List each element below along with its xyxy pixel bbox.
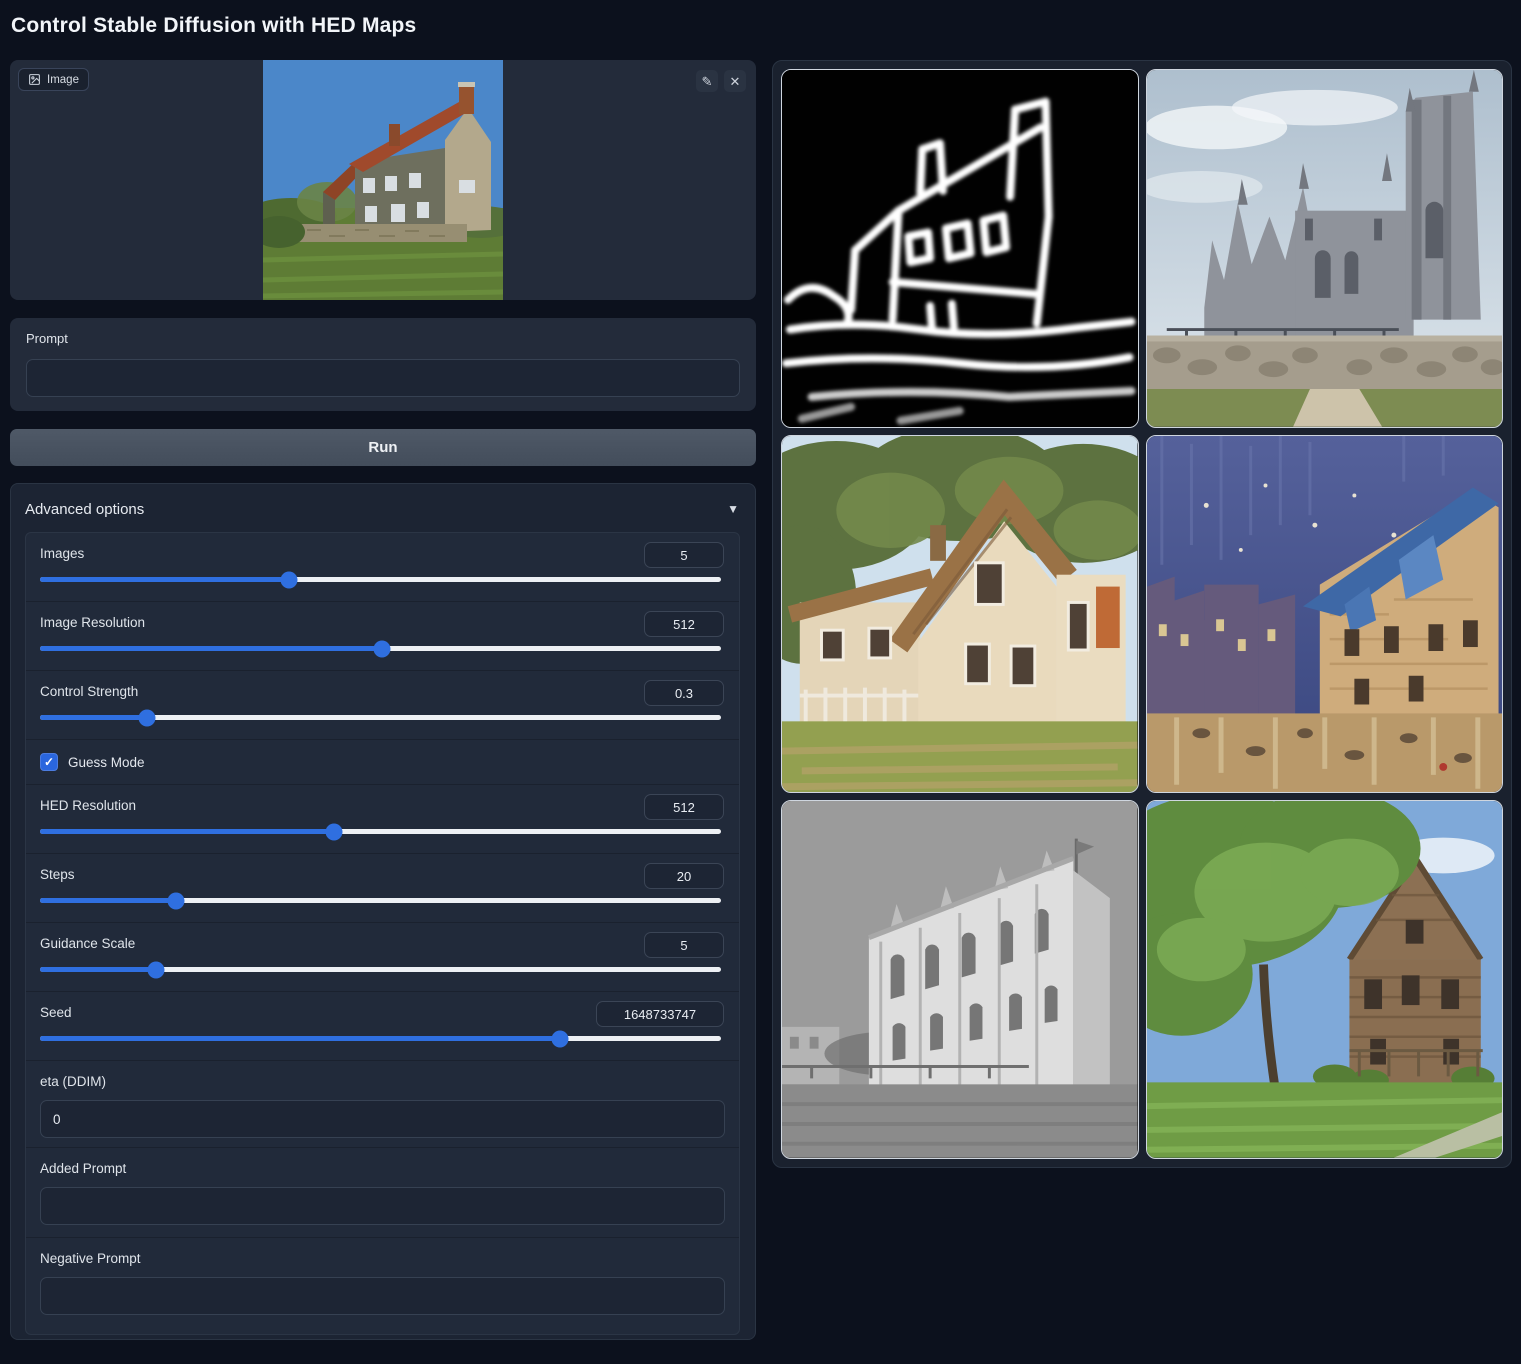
- gallery-item-cathedral[interactable]: [1146, 69, 1504, 428]
- gallery-item-cream-house[interactable]: [781, 435, 1139, 794]
- image-label: Image: [47, 74, 79, 86]
- advanced-options-header[interactable]: Advanced options ▼: [11, 484, 755, 532]
- input-image-component[interactable]: Image ✎ ✕: [10, 60, 756, 300]
- prompt-block: Prompt: [10, 318, 756, 411]
- guidance-scale-slider-row: Guidance Scale: [26, 923, 739, 992]
- guess-mode-row: ✓ Guess Mode: [26, 740, 739, 785]
- slider-fill: [40, 577, 289, 582]
- guidance-scale-label: Guidance Scale: [40, 936, 135, 951]
- gallery-item-blue-evening[interactable]: [1146, 435, 1504, 794]
- edit-image-button[interactable]: ✎: [696, 70, 718, 92]
- image-resolution-value-input[interactable]: [644, 611, 724, 637]
- eta-ddim-input[interactable]: [40, 1100, 725, 1138]
- slider-thumb[interactable]: [138, 709, 155, 726]
- added-prompt-input[interactable]: [40, 1187, 725, 1225]
- page-title: Control Stable Diffusion with HED Maps: [11, 14, 416, 38]
- control-strength-slider-row: Control Strength: [26, 671, 739, 740]
- app-page: Control Stable Diffusion with HED Maps I…: [0, 0, 1521, 1364]
- images-value-input[interactable]: [644, 542, 724, 568]
- image-resolution-slider-row: Image Resolution: [26, 602, 739, 671]
- hed-resolution-label: HED Resolution: [40, 798, 136, 813]
- guidance-scale-value-input[interactable]: [644, 932, 724, 958]
- images-slider-row: Images: [26, 533, 739, 602]
- negative-prompt-input[interactable]: [40, 1277, 725, 1315]
- clear-image-button[interactable]: ✕: [724, 70, 746, 92]
- gallery-item-hed-map[interactable]: [781, 69, 1139, 428]
- hed-resolution-slider-row: HED Resolution: [26, 785, 739, 854]
- seed-slider-row: Seed: [26, 992, 739, 1061]
- pencil-icon: ✎: [702, 75, 713, 88]
- slider-thumb[interactable]: [325, 823, 342, 840]
- control-strength-value-input[interactable]: [644, 680, 724, 706]
- guidance-scale-slider[interactable]: [40, 961, 721, 978]
- slider-thumb[interactable]: [281, 571, 298, 588]
- prompt-label: Prompt: [26, 331, 68, 346]
- images-label: Images: [40, 546, 84, 561]
- seed-value-input[interactable]: [596, 1001, 724, 1027]
- steps-slider-row: Steps: [26, 854, 739, 923]
- gallery-item-rustic-house[interactable]: [1146, 800, 1504, 1159]
- slider-fill: [40, 829, 334, 834]
- added-prompt-label: Added Prompt: [40, 1161, 126, 1176]
- advanced-options-form: Images Image Resolution Control St: [25, 532, 740, 1335]
- control-strength-label: Control Strength: [40, 684, 138, 699]
- hed-resolution-value-input[interactable]: [644, 794, 724, 820]
- uploaded-house-photo[interactable]: [263, 60, 503, 300]
- slider-fill: [40, 715, 147, 720]
- image-resolution-label: Image Resolution: [40, 615, 145, 630]
- guess-mode-checkbox[interactable]: ✓: [40, 753, 58, 771]
- slider-fill: [40, 646, 382, 651]
- close-icon: ✕: [730, 75, 741, 88]
- eta-ddim-row: eta (DDIM): [26, 1061, 739, 1148]
- eta-ddim-label: eta (DDIM): [40, 1074, 106, 1089]
- slider-thumb[interactable]: [148, 961, 165, 978]
- seed-slider[interactable]: [40, 1030, 721, 1047]
- guess-mode-label[interactable]: Guess Mode: [68, 755, 145, 770]
- chevron-down-icon: ▼: [727, 502, 739, 516]
- control-strength-slider[interactable]: [40, 709, 721, 726]
- slider-fill: [40, 967, 156, 972]
- slider-thumb[interactable]: [551, 1030, 568, 1047]
- slider-fill: [40, 1036, 560, 1041]
- image-label-badge: Image: [18, 68, 89, 91]
- image-icon: [28, 73, 41, 86]
- negative-prompt-row: Negative Prompt: [26, 1238, 739, 1328]
- output-gallery: [772, 60, 1512, 1168]
- hed-resolution-slider[interactable]: [40, 823, 721, 840]
- slider-thumb[interactable]: [373, 640, 390, 657]
- slider-fill: [40, 898, 176, 903]
- steps-slider[interactable]: [40, 892, 721, 909]
- advanced-options-title: Advanced options: [25, 501, 144, 518]
- image-resolution-slider[interactable]: [40, 640, 721, 657]
- negative-prompt-label: Negative Prompt: [40, 1251, 141, 1266]
- images-slider[interactable]: [40, 571, 721, 588]
- gallery-item-bw-building[interactable]: [781, 800, 1139, 1159]
- slider-thumb[interactable]: [168, 892, 185, 909]
- added-prompt-row: Added Prompt: [26, 1148, 739, 1238]
- prompt-input[interactable]: [26, 359, 740, 397]
- run-button[interactable]: Run: [10, 429, 756, 466]
- steps-value-input[interactable]: [644, 863, 724, 889]
- seed-label: Seed: [40, 1005, 72, 1020]
- check-icon: ✓: [44, 756, 54, 768]
- advanced-options-accordion: Advanced options ▼ Images Image Resoluti…: [10, 483, 756, 1340]
- steps-label: Steps: [40, 867, 75, 882]
